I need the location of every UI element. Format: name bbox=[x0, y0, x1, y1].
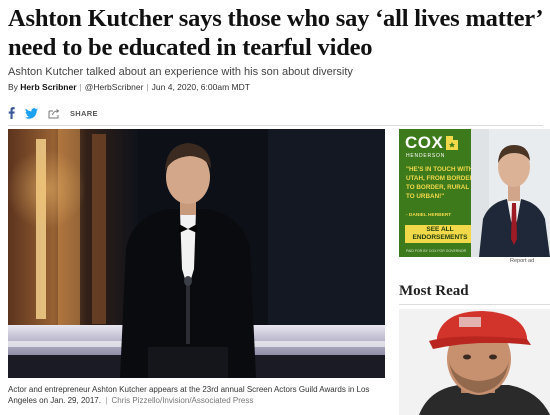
header-divider bbox=[8, 125, 543, 126]
ad-logo: COX bbox=[405, 133, 444, 152]
author-link[interactable]: Herb Scribner bbox=[20, 82, 76, 92]
ad-endorsements-button[interactable]: SEE ALL ENDORSEMENTS bbox=[405, 225, 475, 243]
twitter-icon[interactable] bbox=[25, 107, 38, 119]
most-read-divider bbox=[399, 304, 550, 305]
ad-paid-by: PAID FOR BY COX FOR GOVERNOR bbox=[406, 249, 467, 253]
utah-badge-icon bbox=[446, 136, 458, 150]
ad-candidate-photo bbox=[471, 129, 550, 257]
sidebar-ad[interactable]: COX HENDERSON "HE'S IN TOUCH WITH UTAH, … bbox=[399, 129, 550, 257]
report-ad-link[interactable]: Report ad bbox=[510, 258, 534, 264]
facebook-icon[interactable] bbox=[8, 107, 15, 119]
byline-separator: | bbox=[79, 82, 82, 92]
article-photo bbox=[8, 129, 385, 378]
byline-prefix: By bbox=[8, 82, 18, 92]
most-read-thumbnail[interactable] bbox=[399, 309, 550, 415]
ad-quote: "HE'S IN TOUCH WITH UTAH, FROM BORDER TO… bbox=[406, 166, 475, 200]
byline: By Herb Scribner | @HerbScribner | Jun 4, 20… bbox=[8, 82, 250, 92]
share-icon[interactable] bbox=[48, 108, 60, 119]
publish-date: Jun 4, 2020, 6:00am MDT bbox=[151, 82, 250, 92]
author-handle-link[interactable]: @HerbScribner bbox=[85, 82, 144, 92]
photo-credit: Chris Pizzello/Invision/Associated Press bbox=[111, 396, 254, 405]
share-label[interactable]: SHARE bbox=[70, 109, 98, 118]
article-headline: Ashton Kutcher says those who say ‘all l… bbox=[8, 5, 542, 61]
byline-separator: | bbox=[146, 82, 149, 92]
ad-attribution: - DANIEL HERBERT bbox=[406, 213, 452, 218]
share-bar: SHARE bbox=[8, 106, 98, 120]
ad-logo-sub: HENDERSON bbox=[406, 153, 446, 159]
most-read-heading: Most Read bbox=[399, 283, 469, 299]
photo-caption: Actor and entrepreneur Ashton Kutcher ap… bbox=[8, 384, 386, 406]
article-subhead: Ashton Kutcher talked about an experienc… bbox=[8, 66, 353, 78]
caption-separator: | bbox=[105, 396, 108, 405]
